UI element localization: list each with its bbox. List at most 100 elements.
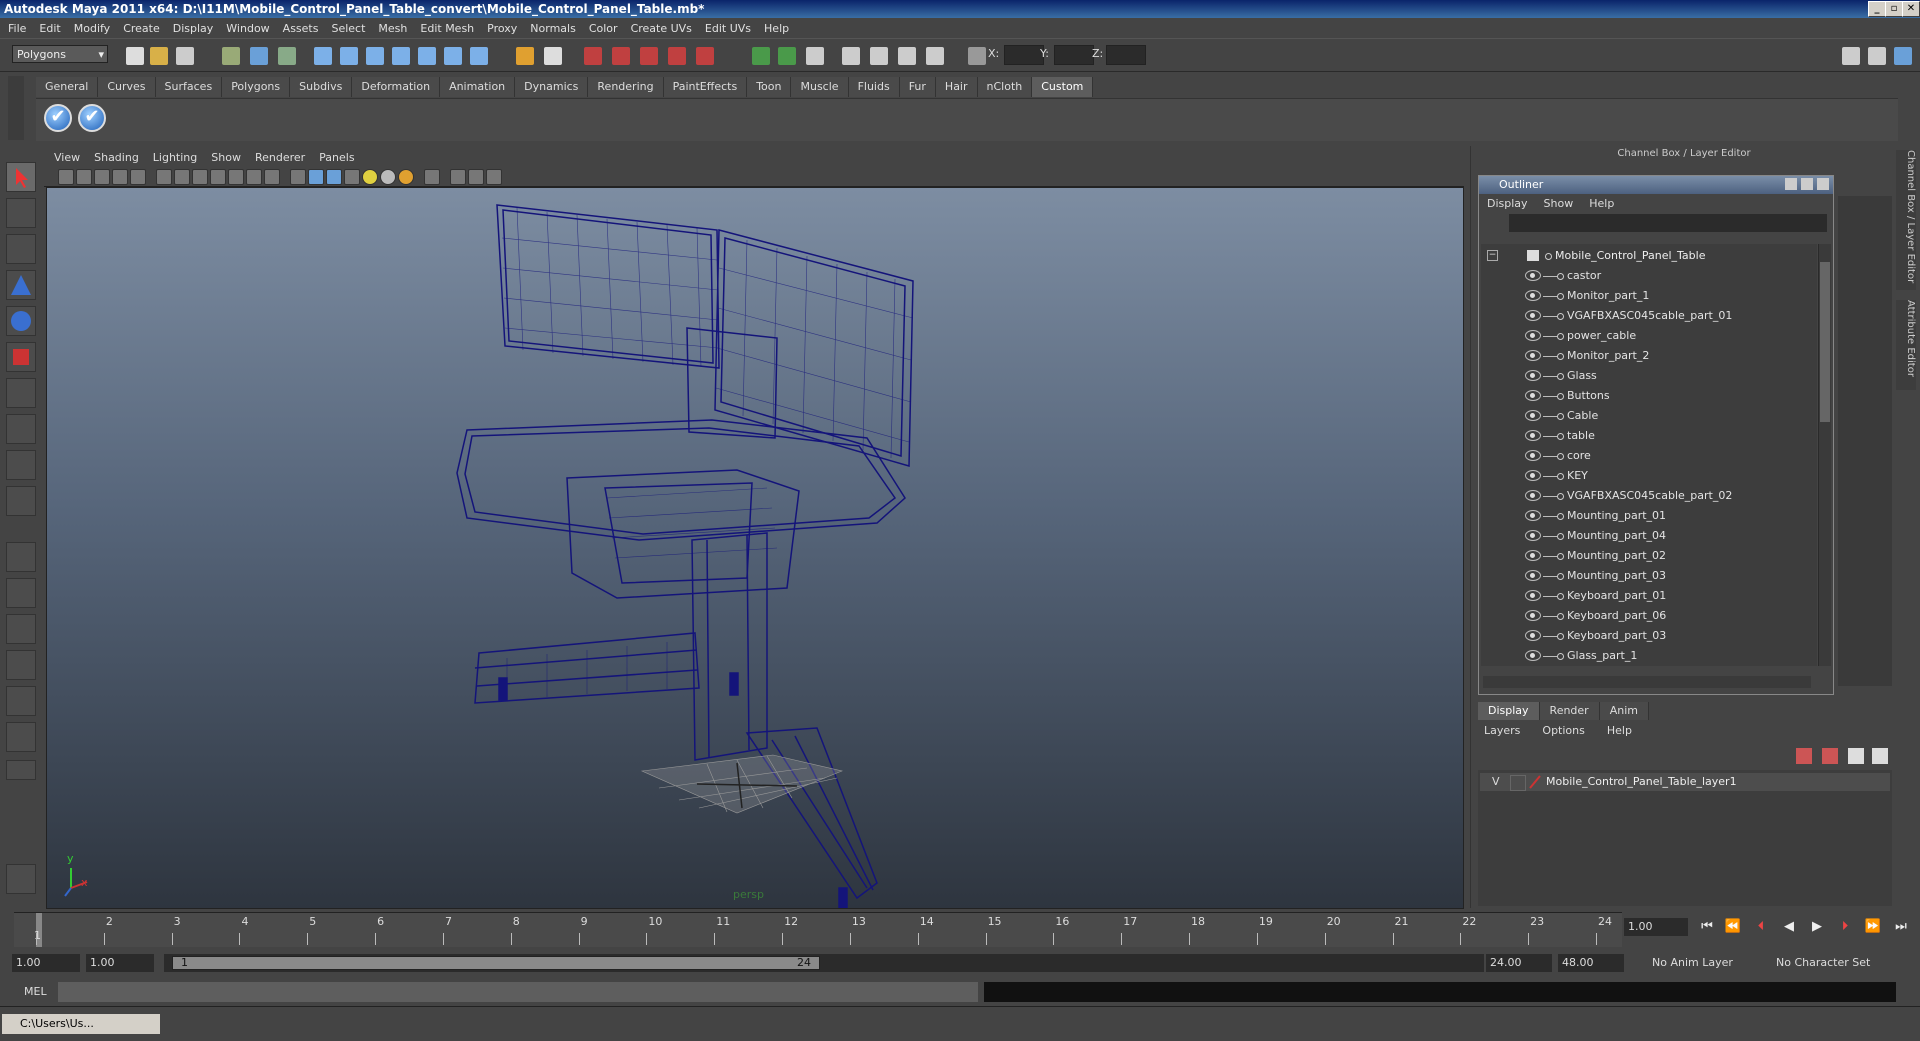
render-settings-icon[interactable] — [640, 47, 658, 65]
command-input[interactable] — [58, 982, 978, 1002]
layout-graph-persp-icon[interactable] — [6, 650, 36, 680]
attribute-editor-side-tab[interactable]: Attribute Editor — [1896, 300, 1916, 390]
two-d-pan-icon[interactable] — [130, 169, 146, 185]
select-component-icon[interactable] — [278, 47, 296, 65]
tab-general[interactable]: General — [36, 77, 99, 97]
list-item[interactable]: Keyboard_part_06 — [1481, 606, 1817, 626]
perspective-viewport[interactable]: y x persp — [46, 187, 1464, 909]
snap-point-icon[interactable] — [366, 47, 384, 65]
tab-custom[interactable]: Custom — [1032, 77, 1094, 97]
tab-fluids[interactable]: Fluids — [848, 77, 900, 97]
list-item[interactable]: Glass — [1481, 366, 1817, 386]
snap-plane-icon[interactable] — [392, 47, 410, 65]
tab-surfaces[interactable]: Surfaces — [155, 77, 223, 97]
snap-grid-icon[interactable] — [314, 47, 332, 65]
scale-tool-icon[interactable] — [6, 342, 36, 372]
transform-mode-icon[interactable] — [968, 47, 986, 65]
make-live-icon[interactable] — [418, 47, 436, 65]
playback-end-field[interactable]: 24.00 — [1486, 954, 1552, 972]
grid-icon[interactable] — [156, 169, 172, 185]
safe-action-icon[interactable] — [246, 169, 262, 185]
field-chart-icon[interactable] — [228, 169, 244, 185]
render-icon[interactable] — [584, 47, 602, 65]
list-item[interactable]: Mounting_part_01 — [1481, 506, 1817, 526]
list-item[interactable]: Mounting_part_03 — [1481, 566, 1817, 586]
maximize-button[interactable]: ▫ — [1885, 1, 1903, 17]
viewport-menu-renderer[interactable]: Renderer — [255, 151, 305, 164]
shelf-menu-handle[interactable] — [8, 76, 24, 140]
list-item[interactable]: Glass_part_1 — [1481, 646, 1817, 666]
menu-select[interactable]: Select — [331, 22, 365, 35]
resolution-gate-icon[interactable] — [192, 169, 208, 185]
outliner-minimize-button[interactable] — [1785, 178, 1797, 190]
time-slider[interactable]: 1 2 3 4 5 6 7 8 9 10 11 12 13 14 15 16 17 18 19 20 21 22 23 24 — [14, 912, 1622, 947]
manipulator-tool-icon[interactable] — [6, 378, 36, 408]
tab-fur[interactable]: Fur — [899, 77, 936, 97]
lasso-tool-icon[interactable] — [6, 198, 36, 228]
playback-start-field[interactable]: 1.00 — [86, 954, 154, 972]
select-tool-icon[interactable] — [6, 162, 36, 192]
layout-single-icon[interactable] — [752, 47, 770, 65]
outliner-vertical-scrollbar[interactable] — [1818, 244, 1831, 666]
attribute-editor-icon[interactable] — [842, 47, 860, 65]
input-ops-icon[interactable] — [470, 47, 488, 65]
smooth-shade-icon[interactable] — [308, 169, 324, 185]
textured-icon[interactable] — [344, 169, 360, 185]
tab-toon[interactable]: Toon — [747, 77, 792, 97]
current-frame-field[interactable]: 1.00 — [1624, 918, 1688, 936]
menu-proxy[interactable]: Proxy — [487, 22, 517, 35]
move-layer-down-icon[interactable] — [1822, 748, 1838, 764]
isolate-select-icon[interactable] — [424, 169, 440, 185]
layout-graph-editor-icon[interactable] — [6, 722, 36, 752]
minimize-button[interactable]: _ — [1868, 1, 1886, 17]
tab-display[interactable]: Display — [1478, 702, 1540, 720]
channel-box-icon[interactable] — [898, 47, 916, 65]
hud-icon[interactable] — [486, 169, 502, 185]
show-channel-box-icon[interactable] — [1894, 47, 1912, 65]
list-item[interactable]: VGAFBXASC045cable_part_01 — [1481, 306, 1817, 326]
outliner-menu-display[interactable]: Display — [1487, 197, 1528, 210]
menu-set-dropdown[interactable]: Polygons ▾ — [12, 45, 108, 63]
menu-create[interactable]: Create — [123, 22, 160, 35]
tab-rendering[interactable]: Rendering — [588, 77, 664, 97]
menu-edit-mesh[interactable]: Edit Mesh — [420, 22, 474, 35]
menu-display[interactable]: Display — [173, 22, 214, 35]
layer-editor-icon[interactable] — [926, 47, 944, 65]
z-field[interactable] — [1106, 45, 1146, 65]
image-plane-icon[interactable] — [112, 169, 128, 185]
menu-file[interactable]: File — [8, 22, 26, 35]
open-scene-icon[interactable] — [150, 47, 168, 65]
outliner-search-input[interactable] — [1509, 214, 1827, 232]
save-scene-icon[interactable] — [176, 47, 194, 65]
last-tool-icon[interactable] — [6, 486, 36, 516]
lock-icon[interactable] — [516, 47, 534, 65]
layer-menu-layers[interactable]: Layers — [1478, 722, 1520, 740]
viewport-menu-shading[interactable]: Shading — [94, 151, 139, 164]
tab-dynamics[interactable]: Dynamics — [515, 77, 589, 97]
outliner-close-button[interactable] — [1817, 178, 1829, 190]
layer-menu-options[interactable]: Options — [1536, 722, 1584, 740]
list-item[interactable]: power_cable — [1481, 326, 1817, 346]
snap-curve-icon[interactable] — [340, 47, 358, 65]
gate-mask-icon[interactable] — [210, 169, 226, 185]
viewport-menu-view[interactable]: View — [54, 151, 80, 164]
film-gate-icon[interactable] — [174, 169, 190, 185]
show-tool-settings-icon[interactable] — [1868, 47, 1886, 65]
default-light-icon[interactable] — [362, 169, 378, 185]
outliner-horizontal-scrollbar[interactable] — [1483, 676, 1811, 688]
channel-box-side-tab[interactable]: Channel Box / Layer Editor — [1896, 150, 1916, 290]
viewport-menu-panels[interactable]: Panels — [319, 151, 354, 164]
tool-settings-icon[interactable] — [870, 47, 888, 65]
start-time-field[interactable]: 1.00 — [12, 954, 80, 972]
tab-polygons[interactable]: Polygons — [222, 77, 291, 97]
layer-row[interactable]: V Mobile_Control_Panel_Table_layer1 — [1480, 773, 1890, 791]
shadows-icon[interactable] — [398, 169, 414, 185]
layout-hypershade-icon[interactable] — [6, 686, 36, 716]
list-item[interactable]: Mounting_part_04 — [1481, 526, 1817, 546]
hypershade-icon[interactable] — [668, 47, 686, 65]
menu-color[interactable]: Color — [589, 22, 618, 35]
taskbar-item[interactable]: C:\Users\Us... — [2, 1014, 160, 1034]
menu-assets[interactable]: Assets — [283, 22, 319, 35]
tab-curves[interactable]: Curves — [98, 77, 156, 97]
outliner-menu-help[interactable]: Help — [1589, 197, 1614, 210]
